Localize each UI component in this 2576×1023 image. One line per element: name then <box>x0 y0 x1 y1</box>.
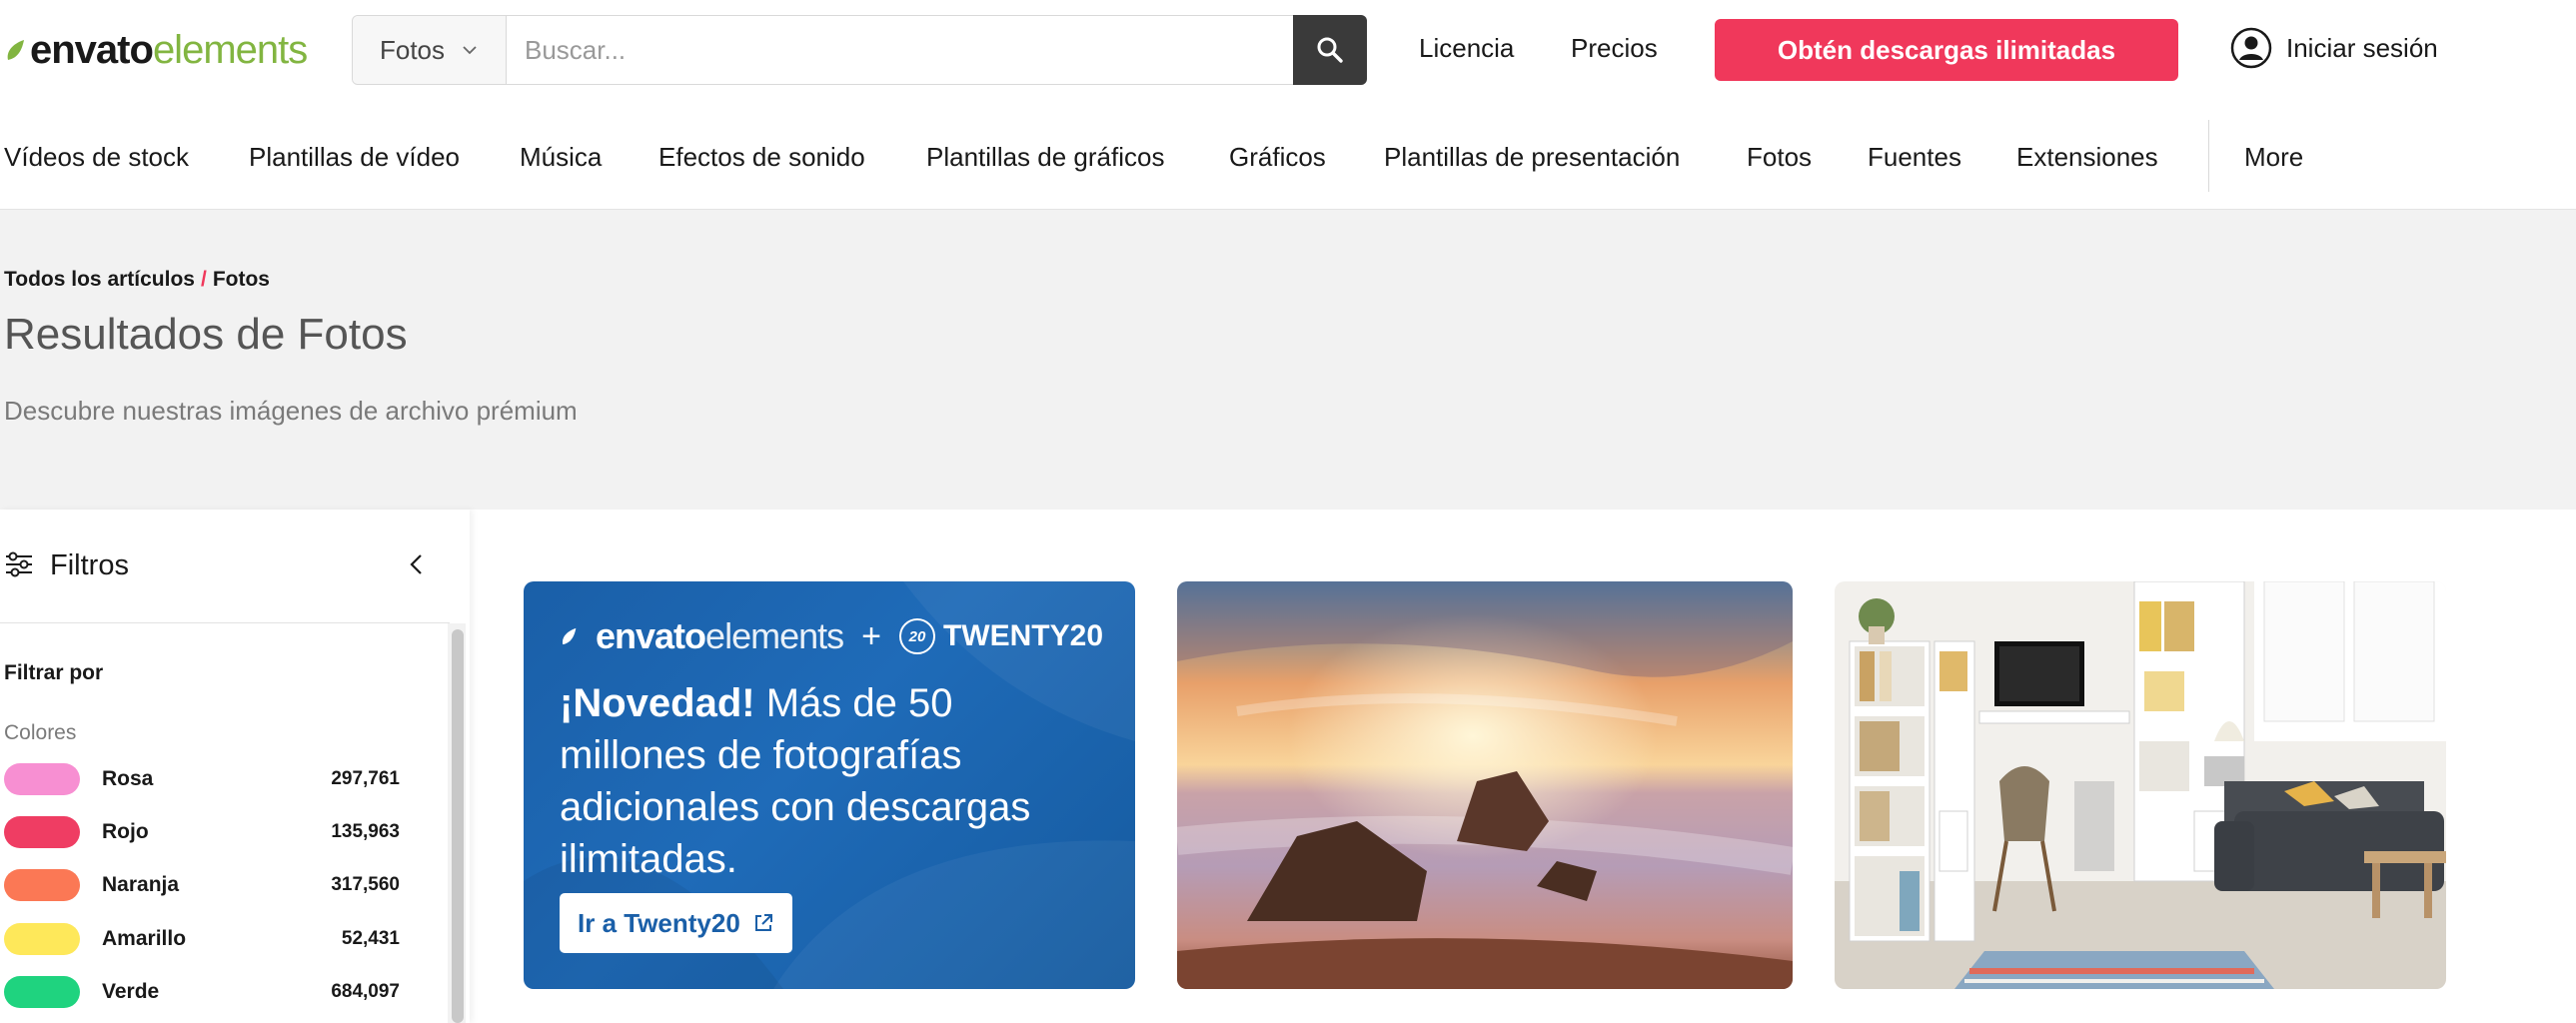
nav-item-stock-video[interactable]: Vídeos de stock <box>4 142 189 173</box>
search-category-select[interactable]: Fotos <box>353 16 507 84</box>
breadcrumb-root-link[interactable]: Todos los artículos <box>4 268 195 291</box>
color-count: 684,097 <box>331 981 400 1002</box>
twenty20-logo: TWENTY20 <box>942 619 1104 652</box>
breadcrumb: Todos los artículos / Fotos <box>4 268 270 292</box>
color-filter-orange[interactable]: Naranja 317,560 <box>4 867 400 903</box>
promo-headline-bold: ¡Novedad! <box>560 681 755 725</box>
nav-item-video-templates[interactable]: Plantillas de vídeo <box>249 142 460 173</box>
filter-by-heading: Filtrar por <box>4 661 104 684</box>
nav-item-graphic-templates[interactable]: Plantillas de gráficos <box>926 142 1164 173</box>
promo-button-label: Ir a Twenty20 <box>578 907 740 938</box>
nav-item-add-ons[interactable]: Extensiones <box>2016 142 2158 173</box>
color-swatch <box>4 976 80 1008</box>
color-count: 297,761 <box>331 768 400 789</box>
filter-sliders-icon <box>6 551 32 577</box>
color-swatch <box>4 923 80 955</box>
seascape-photo <box>1177 581 1793 989</box>
nav-divider <box>2208 120 2209 192</box>
page-title: Resultados de Fotos <box>4 310 408 359</box>
nav-item-photos[interactable]: Fotos <box>1747 142 1812 173</box>
search-icon <box>1317 37 1343 63</box>
license-link[interactable]: Licencia <box>1419 33 1514 64</box>
color-name: Rojo <box>102 820 149 843</box>
photo-card-seascape[interactable] <box>1177 581 1793 989</box>
sidebar-scrollbar[interactable] <box>452 629 464 1023</box>
color-filter-pink[interactable]: Rosa 297,761 <box>4 761 400 797</box>
chevron-down-icon <box>463 46 477 55</box>
filters-header: Filtros <box>0 510 450 623</box>
page-subtitle: Descubre nuestras imágenes de archivo pr… <box>4 396 578 426</box>
user-icon <box>2230 27 2272 69</box>
chevron-left-icon[interactable] <box>404 551 430 577</box>
leaf-icon <box>7 40 25 60</box>
sign-in-link[interactable]: Iniciar sesión <box>2230 27 2438 69</box>
site-header: envato elements Fotos Licencia Precios O… <box>0 0 2576 210</box>
color-count: 135,963 <box>331 821 400 842</box>
color-name: Verde <box>102 980 160 1003</box>
filters-sidebar: Filtros Filtrar por Colores Rosa 297,761… <box>0 510 470 1023</box>
color-swatch <box>4 816 80 848</box>
search-bar: Fotos <box>352 15 1367 85</box>
promo-headline: ¡Novedad! Más de 50 millones de fotograf… <box>560 677 1099 885</box>
color-name: Rosa <box>102 767 154 790</box>
color-count: 52,431 <box>341 928 400 949</box>
breadcrumb-current: Fotos <box>212 268 270 291</box>
twenty20-promo-card[interactable]: envato elements + 20 TWENTY20 ¡Novedad! … <box>524 581 1135 989</box>
logo-word-elements: elements <box>152 27 308 72</box>
promo-logos: envato elements + 20 TWENTY20 <box>560 615 1103 657</box>
sign-in-label: Iniciar sesión <box>2286 32 2438 63</box>
color-filter-red[interactable]: Rojo 135,963 <box>4 814 400 850</box>
breadcrumb-separator: / <box>200 268 207 291</box>
nav-item-sound-effects[interactable]: Efectos de sonido <box>658 142 865 173</box>
color-swatch <box>4 763 80 795</box>
color-name: Naranja <box>102 873 180 896</box>
nav-item-fonts[interactable]: Fuentes <box>1868 142 1961 173</box>
go-to-twenty20-button[interactable]: Ir a Twenty20 <box>560 893 792 953</box>
nav-item-more[interactable]: More <box>2244 142 2303 173</box>
search-button[interactable] <box>1293 15 1367 85</box>
color-count: 317,560 <box>331 874 400 895</box>
promo-plus: + <box>861 616 881 655</box>
search-input[interactable] <box>507 16 1293 84</box>
color-swatch <box>4 869 80 901</box>
nav-item-music[interactable]: Música <box>520 142 602 173</box>
leaf-icon <box>562 627 577 645</box>
color-filter-yellow[interactable]: Amarillo 52,431 <box>4 921 400 957</box>
promo-logo-envato: envato <box>596 615 706 656</box>
interior-photo <box>1835 581 2446 989</box>
photo-card-interior[interactable] <box>1835 581 2446 989</box>
search-category-label: Fotos <box>379 34 446 65</box>
envato-elements-logo[interactable]: envato elements <box>4 26 308 74</box>
nav-item-presentation-templates[interactable]: Plantillas de presentación <box>1384 142 1680 173</box>
color-filter-green[interactable]: Verde 684,097 <box>4 974 400 1010</box>
pricing-link[interactable]: Precios <box>1571 33 1658 64</box>
twenty20-badge: 20 <box>898 618 935 654</box>
external-link-icon <box>754 914 772 931</box>
promo-logo-elements: elements <box>705 615 844 656</box>
logo-word-envato: envato <box>30 27 154 72</box>
colors-heading: Colores <box>4 721 77 744</box>
unlimited-downloads-button[interactable]: Obtén descargas ilimitadas <box>1715 19 2178 81</box>
filters-title: Filtros <box>50 549 129 581</box>
nav-item-graphics[interactable]: Gráficos <box>1229 142 1326 173</box>
color-name: Amarillo <box>102 927 187 950</box>
